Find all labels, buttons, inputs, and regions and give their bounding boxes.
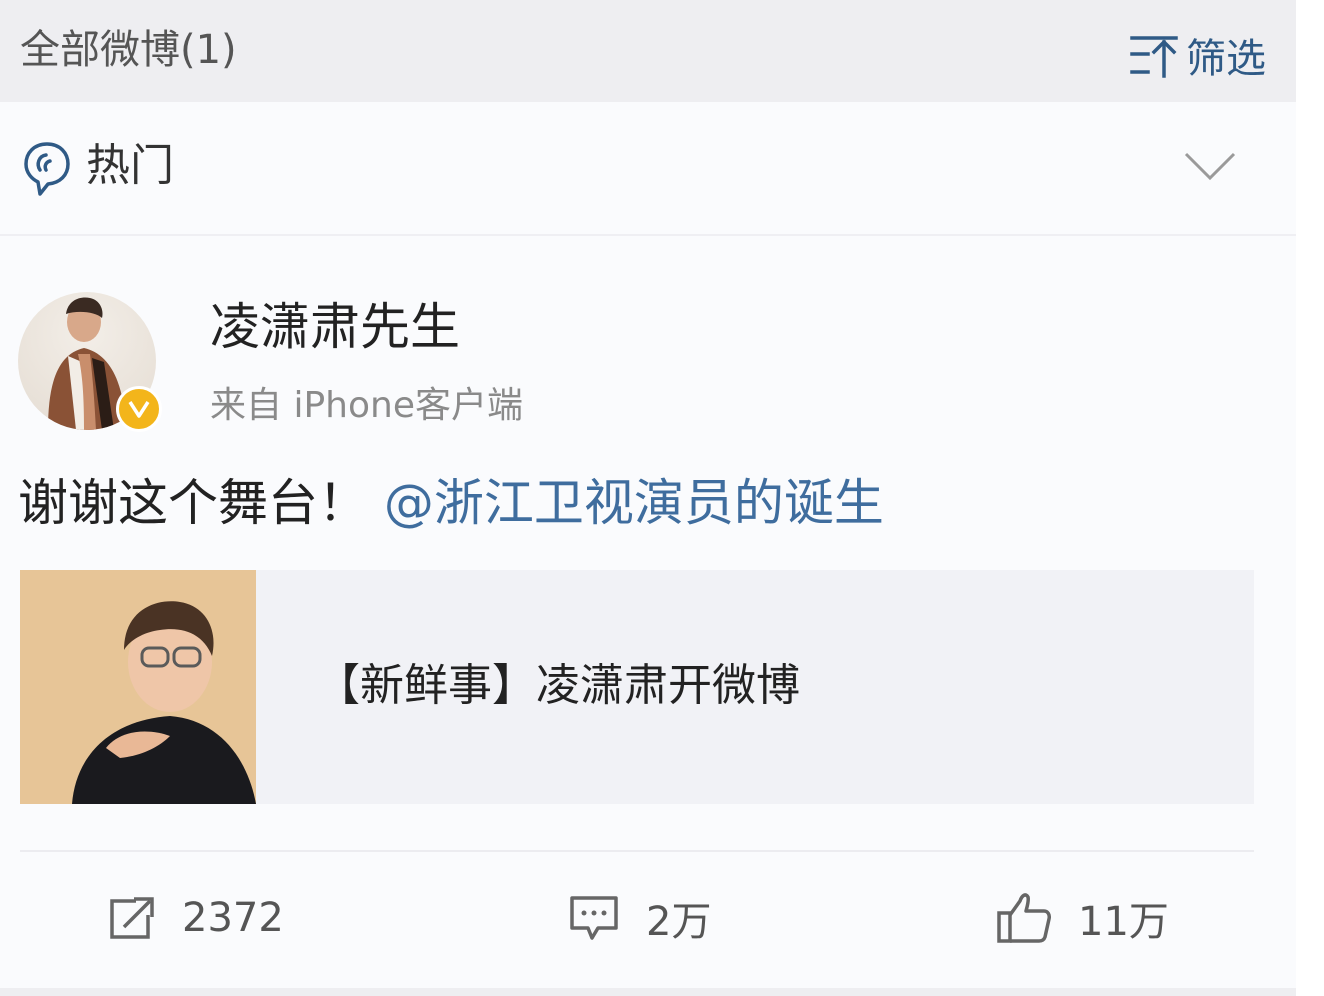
link-card-thumbnail <box>20 570 256 804</box>
mention-link[interactable]: @浙江卫视演员的诞生 <box>384 474 884 532</box>
repost-icon <box>110 897 154 939</box>
weibo-card: 热门 凌潇肃先生 来自 iPhone客户端 谢谢这个舞台！ @浙江卫视演员的诞生 <box>0 102 1296 988</box>
link-card-title: 【新鲜事】凌潇肃开微博 <box>316 660 800 711</box>
filter-icon <box>1130 36 1178 78</box>
like-button[interactable]: 11万 <box>996 892 1169 945</box>
like-icon <box>997 893 1051 943</box>
hot-label: 热门 <box>86 140 174 191</box>
like-count: 11万 <box>1078 899 1169 945</box>
divider <box>20 850 1254 852</box>
chevron-down-icon[interactable] <box>1184 152 1236 182</box>
post-text: 谢谢这个舞台！ @浙江卫视演员的诞生 <box>18 478 884 528</box>
comment-icon <box>570 896 618 940</box>
post-body: 谢谢这个舞台！ <box>18 474 368 532</box>
comment-button[interactable]: 2万 <box>568 892 712 945</box>
verified-icon <box>116 386 162 432</box>
top-bar: 全部微博(1) 筛选 <box>0 0 1296 102</box>
hot-section-header[interactable]: 热门 <box>0 102 1296 236</box>
post-source: 来自 iPhone客户端 <box>210 385 523 426</box>
all-weibo-title: 全部微博(1) <box>20 27 237 73</box>
filter-button[interactable]: 筛选 <box>1130 32 1266 82</box>
link-card[interactable]: 【新鲜事】凌潇肃开微博 <box>20 570 1254 804</box>
bottom-separator <box>0 988 1296 996</box>
user-name[interactable]: 凌潇肃先生 <box>210 302 460 352</box>
hot-icon <box>24 142 70 196</box>
repost-count: 2372 <box>182 895 284 941</box>
repost-button[interactable]: 2372 <box>106 892 284 944</box>
filter-label: 筛选 <box>1186 36 1266 82</box>
comment-count: 2万 <box>646 899 712 945</box>
